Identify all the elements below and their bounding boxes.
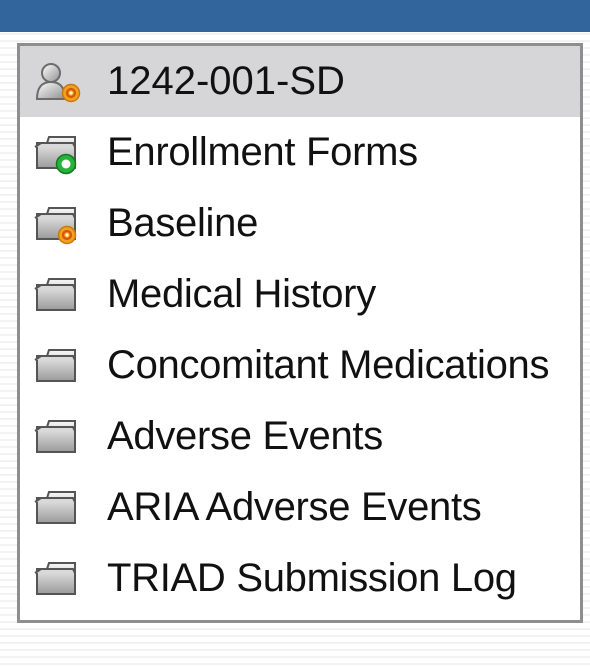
tree-item-baseline[interactable]: Baseline [20, 188, 580, 259]
tree-item-label: Concomitant Medications [107, 343, 550, 387]
tree-item-triad-submission-log[interactable]: TRIAD Submission Log [20, 543, 580, 614]
folder-icon [33, 275, 79, 315]
tree-item-label: Baseline [107, 201, 259, 245]
folder-icon [33, 559, 79, 599]
orange-status-icon [61, 83, 81, 103]
orange-status-icon [57, 225, 77, 245]
tree-item-medical-history[interactable]: Medical History [20, 259, 580, 330]
tree-item-label: 1242-001-SD [107, 59, 345, 103]
folder-icon [33, 346, 79, 386]
tree-item-label: Medical History [107, 272, 376, 316]
folder-icon [33, 417, 79, 457]
tree-item-enrollment-forms[interactable]: Enrollment Forms [20, 117, 580, 188]
tree-item-label: Enrollment Forms [107, 130, 418, 174]
tree-item-aria-adverse-events[interactable]: ARIA Adverse Events [20, 472, 580, 543]
tree-item-label: ARIA Adverse Events [107, 485, 482, 529]
folder-icon [33, 488, 79, 528]
subject-tree-panel: 1242-001-SD Enrollment Forms Baseline Me… [17, 43, 583, 623]
green-status-icon [55, 153, 77, 175]
tree-item-concomitant-medications[interactable]: Concomitant Medications [20, 330, 580, 401]
tree-item-label: Adverse Events [107, 414, 383, 458]
tree-item-adverse-events[interactable]: Adverse Events [20, 401, 580, 472]
top-header-bar [0, 0, 590, 32]
tree-item-subject[interactable]: 1242-001-SD [20, 46, 580, 117]
tree-item-label: TRIAD Submission Log [107, 556, 517, 600]
